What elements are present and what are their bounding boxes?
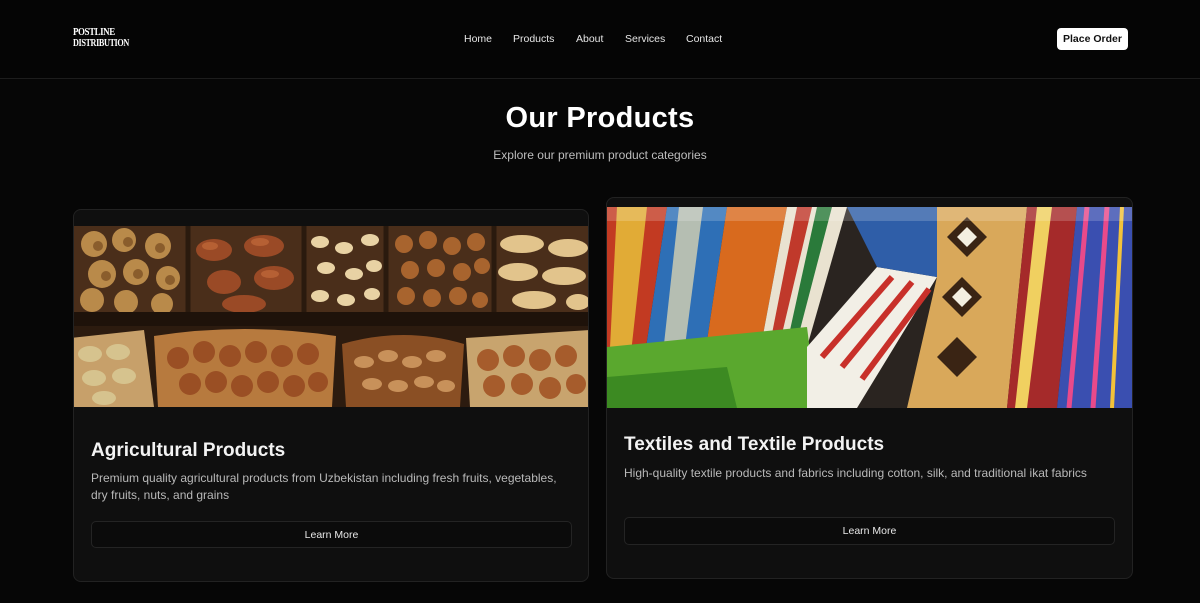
page-title: Our Products [505, 102, 695, 134]
textile-products-image [607, 207, 1132, 408]
learn-more-button[interactable]: Learn More [624, 517, 1115, 545]
nav-contact[interactable]: Contact [686, 33, 722, 45]
card-description: Premium quality agricultural products fr… [91, 471, 557, 502]
main-nav: Home Products About Services Contact [0, 33, 1200, 47]
product-card-textiles: Textiles and Textile Products High-quali… [606, 197, 1133, 579]
agricultural-products-image [74, 226, 588, 407]
learn-more-button[interactable]: Learn More [91, 521, 572, 548]
page-subtitle: Explore our premium product categories [493, 148, 707, 162]
card-title: Agricultural Products [91, 440, 286, 461]
product-card-agricultural: Agricultural Products Premium quality ag… [73, 209, 589, 582]
card-description: High-quality textile products and fabric… [624, 466, 1087, 480]
nav-products[interactable]: Products [513, 33, 554, 45]
nav-home[interactable]: Home [464, 33, 492, 45]
nav-services[interactable]: Services [625, 33, 665, 45]
nav-about[interactable]: About [576, 33, 603, 45]
card-title: Textiles and Textile Products [624, 434, 885, 455]
place-order-button[interactable]: Place Order [1057, 28, 1128, 50]
site-header: POSTLINE DISTRIBUTION Home Products Abou… [0, 0, 1200, 79]
